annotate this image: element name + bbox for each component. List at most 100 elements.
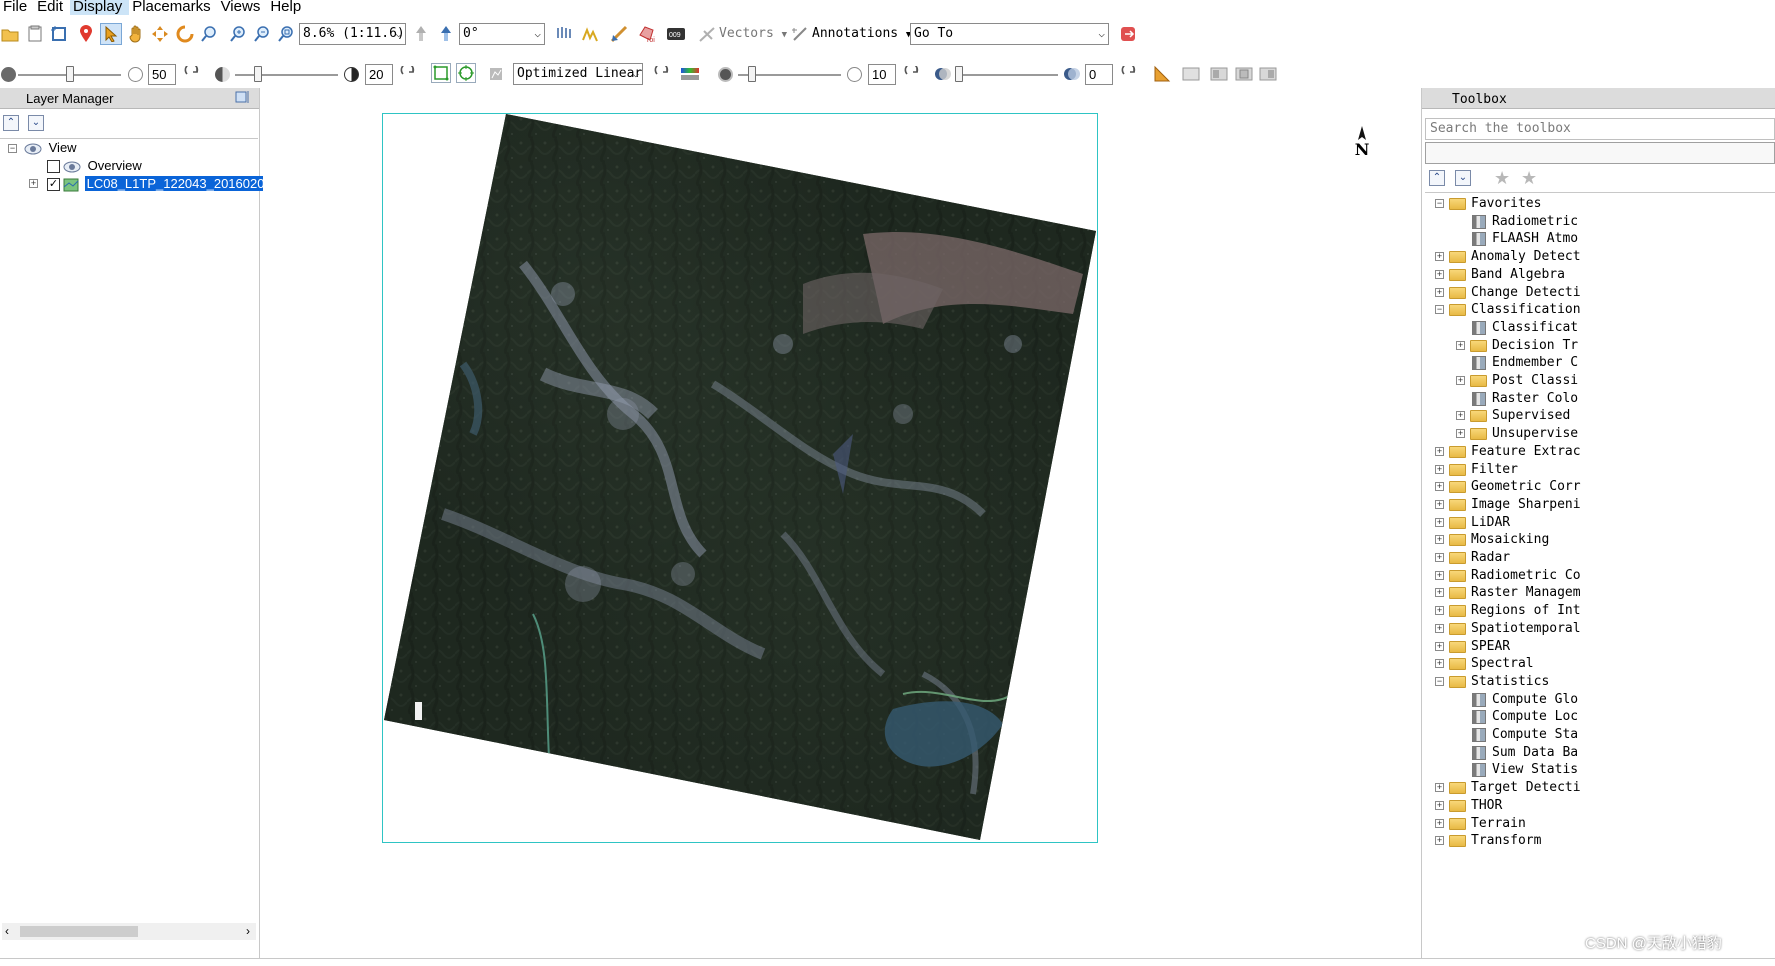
- toolbox-folder[interactable]: Supervised: [1492, 407, 1570, 425]
- menu-display[interactable]: Display: [70, 0, 130, 15]
- pan-hand-icon[interactable]: [126, 24, 146, 44]
- toolbox-tool[interactable]: Compute Sta: [1492, 726, 1578, 744]
- select-arrow-icon[interactable]: [100, 23, 122, 45]
- toolbox-tool[interactable]: Sum Data Ba: [1492, 744, 1578, 762]
- toolbox-folder[interactable]: Favorites: [1471, 195, 1541, 213]
- tree-expander[interactable]: −: [1435, 199, 1444, 208]
- rotation-select[interactable]: 0° ⌵: [459, 23, 545, 45]
- open-folder-icon[interactable]: [0, 24, 20, 44]
- expand-all-icon[interactable]: ⌄: [28, 115, 44, 131]
- tree-expander[interactable]: +: [1456, 429, 1465, 439]
- expand-all-icon[interactable]: ⌄: [1455, 170, 1471, 186]
- zoom-in-icon[interactable]: [228, 24, 248, 44]
- fly-icon[interactable]: [150, 24, 170, 44]
- pixel-locator-icon[interactable]: 009: [666, 24, 686, 44]
- zoom-out-icon[interactable]: [252, 24, 272, 44]
- toolbox-folder[interactable]: Filter: [1471, 461, 1518, 479]
- toolbox-folder[interactable]: Band Algebra: [1471, 266, 1565, 284]
- toolbox-folder[interactable]: Target Detecti: [1471, 779, 1581, 797]
- horizontal-scrollbar[interactable]: ‹ ›: [2, 923, 256, 940]
- tree-expander[interactable]: +: [1435, 588, 1444, 598]
- refresh-icon[interactable]: [652, 64, 672, 84]
- transparency-slider[interactable]: [955, 74, 1058, 76]
- toolbox-folder[interactable]: Post Classi: [1492, 372, 1578, 390]
- data-manager-icon[interactable]: [25, 24, 45, 44]
- toolbox-folder[interactable]: Unsupervise: [1492, 425, 1578, 443]
- flicker-icon[interactable]: [1209, 64, 1229, 84]
- tree-expander[interactable]: +: [1435, 659, 1444, 669]
- toolbox-folder[interactable]: Raster Managem: [1471, 584, 1581, 602]
- satellite-image[interactable]: [383, 114, 1098, 843]
- color-table-icon[interactable]: [680, 64, 700, 84]
- toolbox-folder[interactable]: LiDAR: [1471, 514, 1510, 532]
- toolbox-tool[interactable]: FLAASH Atmo: [1492, 230, 1578, 248]
- tree-expander[interactable]: +: [1435, 800, 1444, 810]
- toolbox-folder[interactable]: SPEAR: [1471, 638, 1510, 656]
- tree-expander[interactable]: +: [1435, 623, 1444, 633]
- layer-checkbox[interactable]: ✓: [47, 178, 60, 191]
- toolbox-tool[interactable]: View Statis: [1492, 761, 1578, 779]
- overview-checkbox[interactable]: [47, 160, 60, 173]
- zoom-icon[interactable]: [199, 24, 219, 44]
- image-view[interactable]: N: [263, 88, 1417, 956]
- portal-icon[interactable]: [1258, 64, 1278, 84]
- zoom-level-select[interactable]: 8.6% (1:11.6) ⌵: [299, 23, 406, 45]
- collapse-all-icon[interactable]: ⌃: [3, 115, 19, 131]
- toolbox-folder[interactable]: Transform: [1471, 832, 1541, 850]
- tree-expander[interactable]: +: [1435, 482, 1444, 492]
- toolbox-tool[interactable]: Compute Glo: [1492, 691, 1578, 709]
- annotation-icon[interactable]: [790, 24, 810, 44]
- tree-expander[interactable]: +: [1435, 553, 1444, 562]
- toolbox-folder[interactable]: Statistics: [1471, 673, 1549, 691]
- toolbox-folder[interactable]: Geometric Corr: [1471, 478, 1581, 496]
- tree-expander[interactable]: +: [1435, 606, 1444, 616]
- rotate-icon[interactable]: [175, 24, 195, 44]
- toolbox-folder[interactable]: Radar: [1471, 549, 1510, 567]
- refresh-icon[interactable]: [1119, 64, 1139, 84]
- tree-expander[interactable]: −: [8, 144, 17, 153]
- tree-expander[interactable]: +: [1435, 783, 1444, 793]
- toolbox-search-results-field[interactable]: [1425, 142, 1775, 164]
- tree-expander[interactable]: +: [1435, 252, 1444, 262]
- scrollbar-thumb[interactable]: [20, 926, 138, 937]
- measure-icon[interactable]: [609, 24, 629, 44]
- tree-expander[interactable]: +: [1435, 269, 1444, 279]
- menu-help[interactable]: Help: [267, 0, 308, 15]
- rotate-up-icon[interactable]: [436, 24, 456, 44]
- spectral-profile-icon[interactable]: [580, 24, 600, 44]
- tree-expander[interactable]: +: [1435, 499, 1444, 509]
- full-extent-icon[interactable]: [456, 63, 476, 83]
- contrast-slider[interactable]: [235, 74, 338, 76]
- tree-expander[interactable]: +: [1435, 836, 1444, 846]
- contrast-slider-thumb[interactable]: [254, 66, 262, 82]
- tree-expander[interactable]: +: [1435, 287, 1444, 297]
- triangle-ruler-icon[interactable]: [1152, 64, 1172, 84]
- remove-favorite-star-icon[interactable]: ★: [1521, 168, 1537, 189]
- rotate-north-icon[interactable]: [411, 24, 431, 44]
- toolbox-folder[interactable]: Regions of Int: [1471, 602, 1581, 620]
- exit-icon[interactable]: [1118, 24, 1138, 44]
- transparency-slider-thumb[interactable]: [955, 66, 963, 82]
- tree-expander[interactable]: +: [1435, 517, 1444, 527]
- stretch-extent-icon[interactable]: [431, 63, 451, 83]
- menu-placemarks[interactable]: Placemarks: [129, 0, 217, 15]
- add-favorite-star-icon[interactable]: ★: [1494, 168, 1510, 189]
- refresh-icon[interactable]: [902, 64, 922, 84]
- brightness-value-field[interactable]: 50: [148, 64, 176, 85]
- tree-expander[interactable]: −: [1435, 676, 1444, 686]
- toolbox-tool[interactable]: Compute Loc: [1492, 708, 1578, 726]
- toolbox-folder[interactable]: Decision Tr: [1492, 337, 1578, 355]
- sharpen-value-field[interactable]: 10: [868, 64, 896, 85]
- tree-expander[interactable]: +: [1456, 340, 1465, 350]
- toolbox-search-input[interactable]: Search the toolbox: [1425, 118, 1775, 140]
- histogram-icon[interactable]: [486, 64, 506, 84]
- cursor-value-icon[interactable]: [553, 24, 573, 44]
- toolbox-tool[interactable]: Classificat: [1492, 319, 1578, 337]
- menu-file[interactable]: File: [0, 0, 34, 15]
- zoom-full-extent-icon[interactable]: [276, 24, 296, 44]
- toolbox-folder[interactable]: Classification: [1471, 301, 1581, 319]
- tree-node-overview[interactable]: Overview: [63, 157, 142, 175]
- tree-expander[interactable]: +: [1435, 535, 1444, 545]
- toolbox-folder[interactable]: Terrain: [1471, 815, 1526, 833]
- tree-expander[interactable]: +: [1456, 411, 1465, 421]
